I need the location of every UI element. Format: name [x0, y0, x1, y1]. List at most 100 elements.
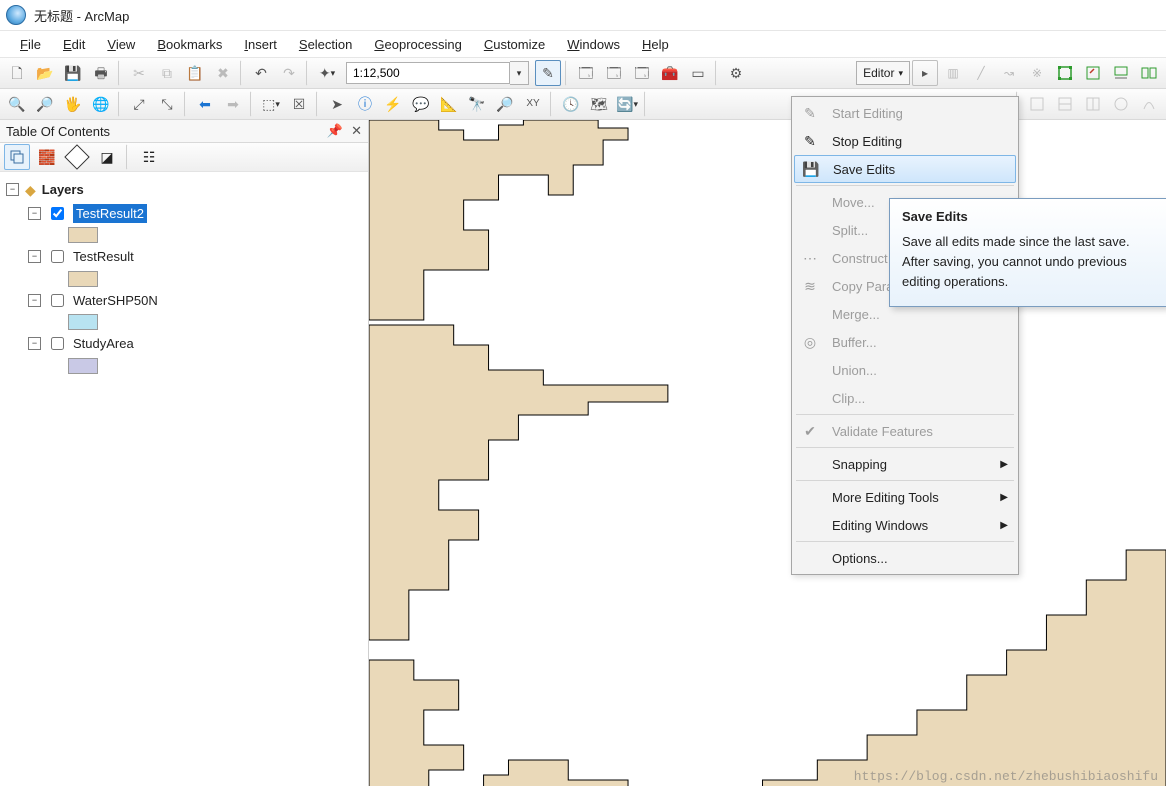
- menu-customize[interactable]: Customize: [476, 34, 553, 55]
- collapse-button[interactable]: −: [28, 207, 41, 220]
- menu-view[interactable]: View: [99, 34, 143, 55]
- collapse-button[interactable]: −: [28, 250, 41, 263]
- print-button[interactable]: 🖶: [88, 60, 114, 86]
- delete-button[interactable]: ✖: [210, 60, 236, 86]
- split-tool[interactable]: [1136, 60, 1162, 86]
- edit-tool-arrow[interactable]: ▸: [912, 60, 938, 86]
- editor-menu[interactable]: ✎ Start Editing ✎ Stop Editing 💾 Save Ed…: [791, 96, 1019, 575]
- collapse-button[interactable]: −: [28, 337, 41, 350]
- symbology-swatch[interactable]: [68, 358, 98, 374]
- menu-insert[interactable]: Insert: [236, 34, 285, 55]
- fixed-zoom-in-button[interactable]: ⤢: [126, 91, 152, 117]
- map-scale-combo[interactable]: ▾: [346, 62, 529, 84]
- layer-visibility-checkbox[interactable]: [51, 250, 64, 263]
- layer-visibility-checkbox[interactable]: [51, 294, 64, 307]
- find-route-button[interactable]: 🔎: [492, 91, 518, 117]
- forward-button[interactable]: ➡: [220, 91, 246, 117]
- toolbar-window1[interactable]: 🗔: [573, 60, 599, 86]
- zoom-out-button[interactable]: 🔎: [32, 91, 58, 117]
- toc-layer-testresult[interactable]: − TestResult: [6, 245, 362, 269]
- pan-button[interactable]: 🖐: [60, 91, 86, 117]
- select-features-button[interactable]: ⬚▾: [258, 91, 284, 117]
- sketch3-button[interactable]: [1080, 91, 1106, 117]
- editor-menu-editing-windows[interactable]: Editing Windows ▶: [794, 511, 1016, 539]
- measure-button[interactable]: 📐: [436, 91, 462, 117]
- full-extent-button[interactable]: 🌐: [88, 91, 114, 117]
- collapse-button[interactable]: −: [6, 183, 19, 196]
- redo-button[interactable]: ↷: [276, 60, 302, 86]
- symbology-swatch[interactable]: [68, 314, 98, 330]
- editor-menu-snapping[interactable]: Snapping ▶: [794, 450, 1016, 478]
- map-scale-dropdown-button[interactable]: ▾: [510, 61, 529, 85]
- paste-button[interactable]: 📋: [182, 60, 208, 86]
- editor-menu-save-edits[interactable]: 💾 Save Edits: [794, 155, 1016, 183]
- symbology-swatch[interactable]: [68, 271, 98, 287]
- line-tool[interactable]: ╱: [968, 60, 994, 86]
- editor-menu-more-editing-tools[interactable]: More Editing Tools ▶: [794, 483, 1016, 511]
- refresh-button[interactable]: 🔄▾: [614, 91, 640, 117]
- collapse-button[interactable]: −: [28, 294, 41, 307]
- edit-vertices-tool[interactable]: [1052, 60, 1078, 86]
- toc-options-button[interactable]: ☷: [136, 144, 162, 170]
- list-by-selection-button[interactable]: ◪: [94, 144, 120, 170]
- edit-mask-tool[interactable]: ▥: [940, 60, 966, 86]
- clear-selection-button[interactable]: ☒: [286, 91, 312, 117]
- reshape-tool[interactable]: [1080, 60, 1106, 86]
- toolbar-window2[interactable]: 🗔: [601, 60, 627, 86]
- toolbar-window3[interactable]: 🗔: [629, 60, 655, 86]
- toolbox-button[interactable]: 🧰: [657, 60, 683, 86]
- close-icon[interactable]: ✕: [351, 123, 362, 139]
- layer-visibility-checkbox[interactable]: [51, 207, 64, 220]
- sketch5-button[interactable]: [1136, 91, 1162, 117]
- symbology-swatch-row[interactable]: [6, 356, 362, 376]
- editor-toolbar-launch-button[interactable]: ✎: [535, 60, 561, 86]
- editor-menu-start-editing[interactable]: ✎ Start Editing: [794, 99, 1016, 127]
- back-button[interactable]: ⬅: [192, 91, 218, 117]
- select-elements-button[interactable]: ➤: [324, 91, 350, 117]
- map-scale-input[interactable]: [346, 62, 510, 84]
- cut-button[interactable]: ✂: [126, 60, 152, 86]
- new-doc-button[interactable]: 🗋: [4, 60, 30, 86]
- editor-menu-options[interactable]: Options...: [794, 544, 1016, 572]
- toc-layer-testresult2[interactable]: − TestResult2: [6, 202, 362, 226]
- sketch1-button[interactable]: [1024, 91, 1050, 117]
- menu-help[interactable]: Help: [634, 34, 677, 55]
- toc-root[interactable]: − ◆ Layers: [6, 178, 362, 202]
- save-button[interactable]: 💾: [60, 60, 86, 86]
- model-builder-button[interactable]: ⚙: [723, 60, 749, 86]
- editor-menu-validate-features[interactable]: ✔ Validate Features: [794, 417, 1016, 445]
- symbology-swatch-row[interactable]: [6, 269, 362, 289]
- sketch4-button[interactable]: [1108, 91, 1134, 117]
- open-button[interactable]: 📂: [32, 60, 58, 86]
- menu-geoprocessing[interactable]: Geoprocessing: [366, 34, 469, 55]
- toc-layer-watershp50n[interactable]: − WaterSHP50N: [6, 289, 362, 313]
- symbology-swatch-row[interactable]: [6, 312, 362, 332]
- menu-edit[interactable]: Edit: [55, 34, 93, 55]
- toc-tree[interactable]: − ◆ Layers − TestResult2 − TestResult: [0, 172, 368, 382]
- list-by-drawing-order-button[interactable]: [4, 144, 30, 170]
- hyperlink-button[interactable]: ⚡: [380, 91, 406, 117]
- copy-button[interactable]: ⧉: [154, 60, 180, 86]
- layer-visibility-checkbox[interactable]: [51, 337, 64, 350]
- go-to-xy-button[interactable]: XY: [520, 91, 546, 117]
- toc-layer-studyarea[interactable]: − StudyArea: [6, 332, 362, 356]
- editor-menu-clip[interactable]: Clip...: [794, 384, 1016, 412]
- menu-file[interactable]: File: [12, 34, 49, 55]
- sketch2-button[interactable]: [1052, 91, 1078, 117]
- undo-button[interactable]: ↶: [248, 60, 274, 86]
- symbology-swatch[interactable]: [68, 227, 98, 243]
- list-by-source-button[interactable]: 🧱: [34, 144, 60, 170]
- pin-icon[interactable]: 📌: [327, 123, 343, 139]
- add-data-button[interactable]: ✦▾: [314, 60, 340, 86]
- fixed-zoom-out-button[interactable]: ⤡: [154, 91, 180, 117]
- menu-windows[interactable]: Windows: [559, 34, 628, 55]
- editor-menu-stop-editing[interactable]: ✎ Stop Editing: [794, 127, 1016, 155]
- python-window-button[interactable]: ▭: [685, 60, 711, 86]
- list-by-visibility-button[interactable]: [64, 144, 90, 170]
- point-tool[interactable]: ※: [1024, 60, 1050, 86]
- trace-tool[interactable]: ↝: [996, 60, 1022, 86]
- zoom-in-button[interactable]: 🔍: [4, 91, 30, 117]
- menu-bookmarks[interactable]: Bookmarks: [149, 34, 230, 55]
- create-viewer-button[interactable]: 🗺: [586, 91, 612, 117]
- html-popup-button[interactable]: 💬: [408, 91, 434, 117]
